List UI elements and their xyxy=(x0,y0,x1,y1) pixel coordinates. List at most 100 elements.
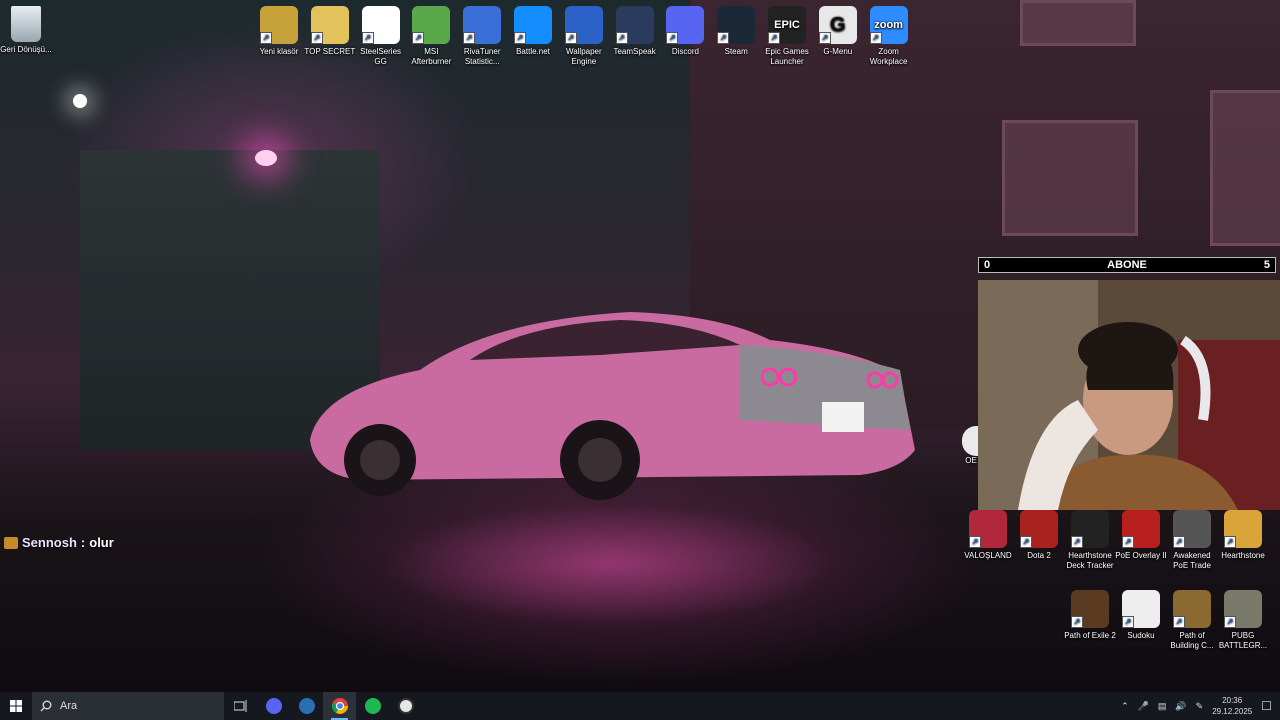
desktop-icon-awakened-poe[interactable]: ↗ Awakened PoE Trade xyxy=(1166,510,1218,571)
desktop-icon-g-menu[interactable]: G ↗ G-Menu xyxy=(812,6,864,57)
microphone-icon[interactable]: 🎤 xyxy=(1138,701,1149,712)
shortcut-arrow-icon: ↗ xyxy=(1173,616,1185,628)
desktop-icon-discord[interactable]: ↗ Discord xyxy=(659,6,711,57)
taskbar-task-view[interactable] xyxy=(224,692,257,720)
icon-label: TeamSpeak xyxy=(613,47,656,56)
volume-icon[interactable]: 🔊 xyxy=(1175,701,1186,712)
task-view-icon xyxy=(233,700,246,712)
desktop-icon-steelseries[interactable]: ↗ SteelSeries GG xyxy=(355,6,407,67)
windows-icon xyxy=(10,700,22,712)
desktop-icon-battlenet[interactable]: ↗ Battle.net xyxy=(507,6,559,57)
desktop-icon-valorant[interactable]: ↗ VALOŞLAND xyxy=(962,510,1014,561)
icon-label: Discord xyxy=(671,47,699,56)
icon-label: Sudoku xyxy=(1127,631,1155,640)
shortcut-arrow-icon: ↗ xyxy=(361,32,374,44)
chat-username: Sennosh xyxy=(22,535,77,550)
teamspeak-icon: ↗ xyxy=(615,6,654,44)
steelseries-icon: ↗ xyxy=(361,6,400,44)
network-icon[interactable]: ▤ xyxy=(1158,701,1167,712)
pob-icon: ↗ xyxy=(1173,590,1211,628)
desktop-icon-recycle-bin[interactable]: Geri Dönüşü... xyxy=(0,6,52,55)
clock-time: 20:36 xyxy=(1222,696,1243,705)
desktop-icon-hearthstone[interactable]: ↗ Hearthstone xyxy=(1217,510,1269,561)
shortcut-arrow-icon: ↗ xyxy=(310,32,323,44)
discord-icon xyxy=(265,698,282,714)
icon-label: Dota 2 xyxy=(1027,551,1051,560)
desktop-icon-hdt[interactable]: ↗ Hearthstone Deck Tracker xyxy=(1064,510,1116,571)
start-button[interactable] xyxy=(0,692,32,720)
icon-label: Steam xyxy=(724,47,748,56)
dota2-icon: ↗ xyxy=(1020,510,1058,548)
icon-label: Wallpaper Engine xyxy=(565,47,602,66)
desktop-icon-sudoku[interactable]: ↗ Sudoku xyxy=(1115,590,1167,641)
taskbar-clock[interactable]: 20:36 29.12.2025 xyxy=(1212,695,1252,717)
desktop-icon-pob[interactable]: ↗ Path of Building C... xyxy=(1166,590,1218,651)
awakened-poe-icon: ↗ xyxy=(1173,510,1211,548)
taskbar-spotify[interactable] xyxy=(356,692,389,720)
desktop-icon-pubg[interactable]: ↗ PUBG BATTLEGR... xyxy=(1217,590,1269,651)
desktop-icon-epic-games[interactable]: EPIC ↗ Epic Games Launcher xyxy=(761,6,813,67)
wallpaper-engine-icon: ↗ xyxy=(564,6,603,44)
icon-label: PoE Overlay II xyxy=(1115,551,1167,560)
folder-icon: ↗ xyxy=(310,6,349,44)
shortcut-arrow-icon: ↗ xyxy=(1071,616,1083,628)
icon-label: Path of Exile 2 xyxy=(1064,631,1116,640)
pen-icon[interactable]: ✎ xyxy=(1196,701,1204,712)
shortcut-arrow-icon: ↗ xyxy=(768,32,780,44)
taskbar-search-box[interactable]: Ara xyxy=(32,692,224,720)
chat-message: olur xyxy=(89,535,114,550)
desktop-icon-dota2[interactable]: ↗ Dota 2 xyxy=(1013,510,1065,561)
street-lamp-pink xyxy=(255,150,277,166)
desktop-icon-teamspeak[interactable]: ↗ TeamSpeak xyxy=(609,6,661,57)
icon-label: Path of Building C... xyxy=(1170,631,1214,650)
taskbar-steam[interactable] xyxy=(290,692,323,720)
goal-current: 0 xyxy=(984,259,991,271)
chrome-icon xyxy=(331,698,348,714)
steam-icon xyxy=(298,698,315,714)
sudoku-icon: ↗ xyxy=(1122,590,1160,628)
valorant-icon: ↗ xyxy=(969,510,1007,548)
webcam-person xyxy=(978,280,1280,510)
desktop-icon-folder[interactable]: ↗ TOP SECRET xyxy=(304,6,356,57)
icon-label: Awakened PoE Trade xyxy=(1173,551,1211,570)
icon-label: PUBG BATTLEGR... xyxy=(1218,631,1268,650)
chevron-up-icon[interactable]: ⌃ xyxy=(1121,701,1129,712)
shortcut-arrow-icon: ↗ xyxy=(260,32,272,44)
shortcut-arrow-icon: ↗ xyxy=(514,32,526,44)
icon-label: Battle.net xyxy=(516,47,550,56)
desktop-icon-wallpaper-engine[interactable]: ↗ Wallpaper Engine xyxy=(558,6,610,67)
desktop-icon-poe-overlay[interactable]: ↗ PoE Overlay II xyxy=(1115,510,1167,561)
shortcut-arrow-icon: ↗ xyxy=(463,32,476,44)
icon-glyph: G xyxy=(830,14,846,36)
desktop-icon-winrar-folder[interactable]: ↗ Yeni klasör xyxy=(253,6,305,57)
recycle-bin-icon xyxy=(11,6,41,42)
icon-label: RivaTuner Statistic... xyxy=(463,47,501,66)
notification-icon[interactable]: ☐ xyxy=(1261,699,1272,713)
shortcut-arrow-icon: ↗ xyxy=(969,536,981,548)
clock-date: 29.12.2025 xyxy=(1212,707,1253,716)
taskbar-discord[interactable] xyxy=(257,692,290,720)
epic-games-icon: EPIC ↗ xyxy=(768,6,806,44)
taskbar-chrome[interactable] xyxy=(323,692,356,720)
rivatuner-icon: ↗ xyxy=(463,6,502,44)
desktop-icon-rivatuner[interactable]: ↗ RivaTuner Statistic... xyxy=(456,6,508,67)
icon-label: TOP SECRET xyxy=(304,47,356,56)
shortcut-arrow-icon: ↗ xyxy=(1224,616,1236,628)
shortcut-arrow-icon: ↗ xyxy=(1122,616,1134,628)
shortcut-arrow-icon: ↗ xyxy=(1071,536,1083,548)
taskbar-obs[interactable] xyxy=(389,692,422,720)
goal-title: ABONE xyxy=(1107,259,1147,271)
taskbar: Ara ⌃ 🎤 ▤ 🔊 ✎ 20:36 29.12.2025 ☐ xyxy=(0,692,1280,720)
poe-overlay-icon: ↗ xyxy=(1122,510,1160,548)
desktop-icon-msi-afterburner[interactable]: ↗ MSI Afterburner xyxy=(405,6,457,67)
desktop-icon-poe2[interactable]: ↗ Path of Exile 2 xyxy=(1064,590,1116,641)
shortcut-arrow-icon: ↗ xyxy=(717,32,730,44)
obs-icon xyxy=(397,698,414,714)
shortcut-arrow-icon: ↗ xyxy=(564,32,577,44)
desktop-icon-steam[interactable]: ↗ Steam xyxy=(710,6,762,57)
icon-label: G-Menu xyxy=(823,47,853,56)
search-icon xyxy=(40,700,52,712)
desktop-icon-zoom[interactable]: zoom ↗ Zoom Workplace xyxy=(863,6,915,67)
chat-badge-icon xyxy=(4,536,18,549)
winrar-folder-icon: ↗ xyxy=(260,6,298,44)
